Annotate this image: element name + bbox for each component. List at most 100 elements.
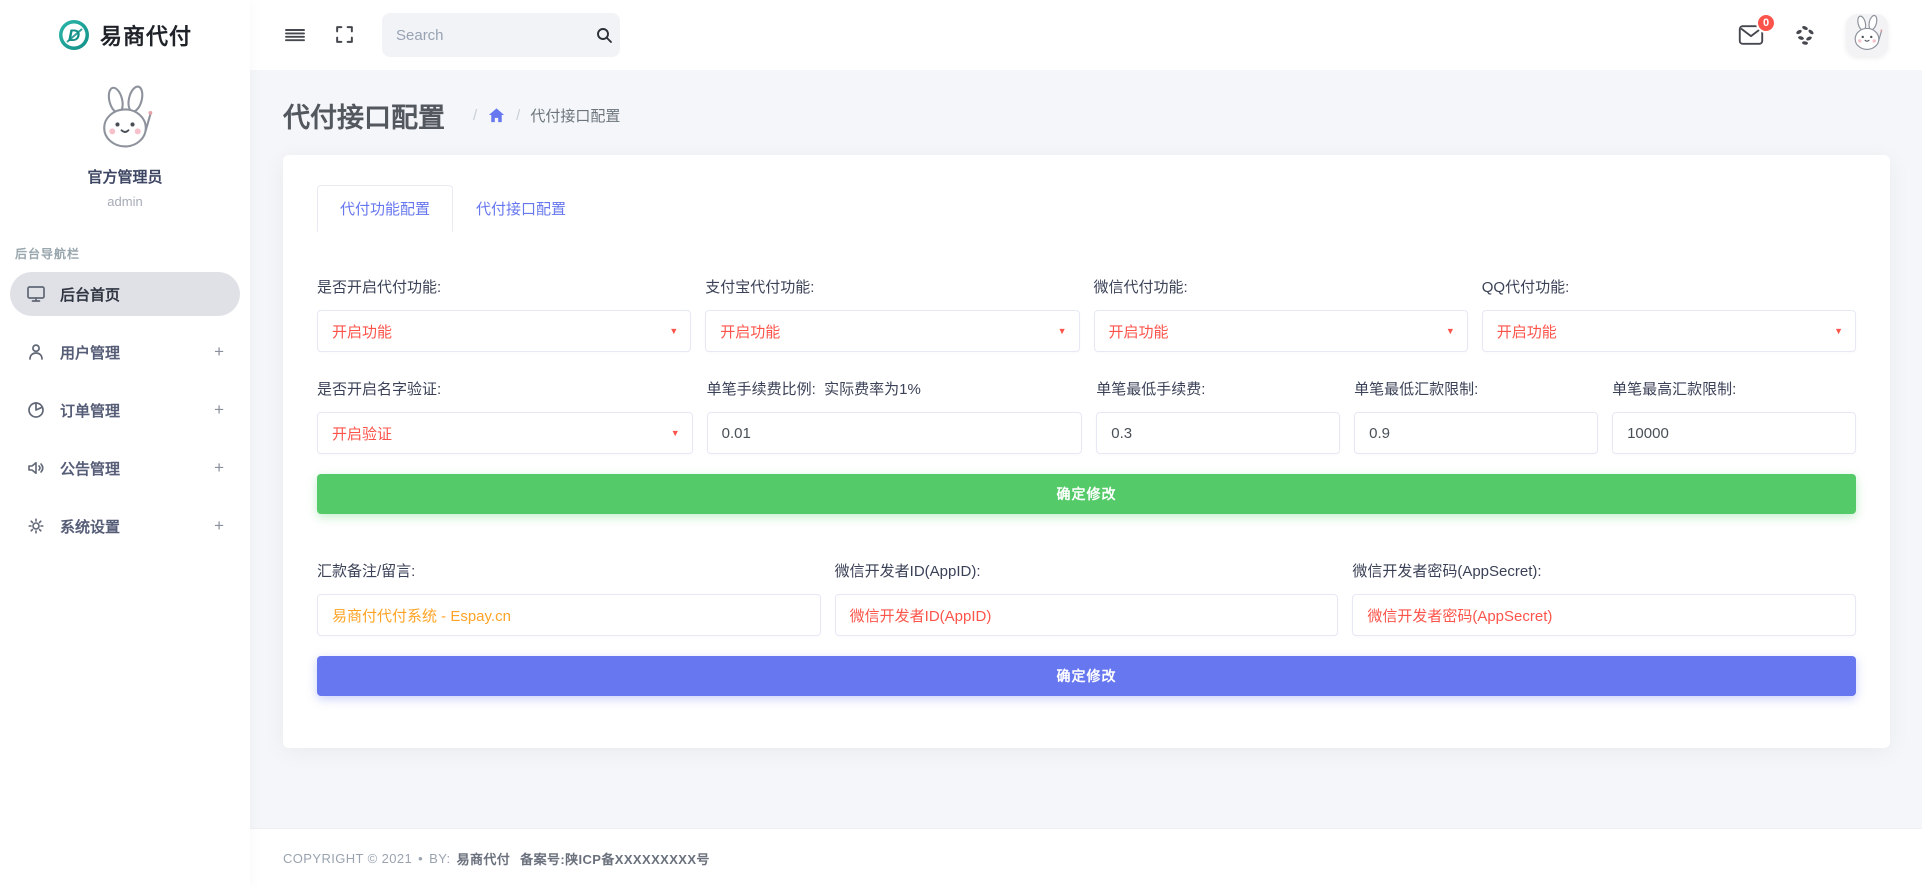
- form-row-fees: 是否开启名字验证: 开启验证 ▼ 单笔手续费比例: 实际费率为1% 单笔最低手续…: [317, 378, 1856, 454]
- main-content: 代付接口配置 / / 代付接口配置 代付功能配置 代付接口配置 是否开启代付功能…: [250, 70, 1922, 828]
- fullscreen-icon[interactable]: [334, 24, 356, 46]
- speaker-icon: [26, 458, 46, 478]
- sidebar-item-label: 系统设置: [60, 516, 120, 537]
- brand[interactable]: D 易商代付: [0, 0, 250, 70]
- field-wechat-appid: 微信开发者ID(AppID):: [835, 560, 1339, 636]
- field-min-remit: 单笔最低汇款限制:: [1354, 378, 1598, 454]
- user-role: admin: [0, 194, 250, 209]
- field-enable-payout: 是否开启代付功能: 开启功能 ▼: [317, 276, 691, 352]
- sidebar-user-block: 官方管理员 admin: [0, 70, 250, 229]
- field-label: 是否开启名字验证:: [317, 378, 693, 399]
- breadcrumb-separator: /: [516, 107, 520, 124]
- page-header: 代付接口配置 / / 代付接口配置: [283, 96, 1890, 135]
- wechat-payout-select[interactable]: 开启功能 ▼: [1094, 310, 1468, 352]
- field-alipay-payout: 支付宝代付功能: 开启功能 ▼: [705, 276, 1079, 352]
- field-label: QQ代付功能:: [1482, 276, 1856, 297]
- caret-down-icon: ▼: [671, 428, 680, 438]
- search-box: [382, 13, 620, 57]
- user-name: 官方管理员: [0, 166, 250, 187]
- confirm-wechat-button[interactable]: 确定修改: [317, 656, 1856, 696]
- sidebar-item-label: 用户管理: [60, 342, 120, 363]
- sidebar-item-users[interactable]: 用户管理 +: [10, 330, 240, 374]
- search-input[interactable]: [396, 27, 595, 44]
- sidebar-item-label: 后台首页: [60, 284, 120, 305]
- min-remit-input[interactable]: [1354, 412, 1598, 454]
- footer-bullet: •: [418, 851, 423, 866]
- footer-copyright: COPYRIGHT © 2021: [283, 851, 412, 866]
- config-card: 代付功能配置 代付接口配置 是否开启代付功能: 开启功能 ▼ 支付宝代付功能: …: [283, 155, 1890, 748]
- min-fee-input[interactable]: [1096, 412, 1340, 454]
- remit-memo-input[interactable]: [317, 594, 821, 636]
- plus-icon: +: [214, 342, 224, 362]
- field-label: 单笔最高汇款限制:: [1612, 378, 1856, 399]
- search-icon[interactable]: [595, 26, 613, 44]
- caret-down-icon: ▼: [1058, 326, 1067, 336]
- select-value: 开启验证: [332, 423, 392, 444]
- select-value: 开启功能: [332, 321, 392, 342]
- profile-avatar[interactable]: [1846, 14, 1888, 56]
- plus-icon: +: [214, 458, 224, 478]
- user-avatar[interactable]: [88, 84, 162, 158]
- gear-icon: [26, 516, 46, 536]
- caret-down-icon: ▼: [669, 326, 678, 336]
- sidebar-section-label: 后台导航栏: [15, 245, 250, 262]
- apps-icon[interactable]: [1792, 22, 1818, 48]
- breadcrumb-current[interactable]: 代付接口配置: [530, 105, 620, 126]
- max-remit-input[interactable]: [1612, 412, 1856, 454]
- field-label: 微信开发者密码(AppSecret):: [1352, 560, 1856, 581]
- caret-down-icon: ▼: [1446, 326, 1455, 336]
- name-verify-select[interactable]: 开启验证 ▼: [317, 412, 693, 454]
- footer: COPYRIGHT © 2021 • BY: 易商代付 备案号: 陕ICP备XX…: [250, 828, 1922, 887]
- sidebar-item-settings[interactable]: 系统设置 +: [10, 504, 240, 548]
- field-name-verify: 是否开启名字验证: 开启验证 ▼: [317, 378, 693, 454]
- monitor-icon: [26, 284, 46, 304]
- tab-bar: 代付功能配置 代付接口配置: [317, 185, 1856, 232]
- brand-name: 易商代付: [100, 19, 192, 51]
- pie-chart-icon: [26, 400, 46, 420]
- form-row-wechat: 汇款备注/留言: 微信开发者ID(AppID): 微信开发者密码(AppSecr…: [317, 560, 1856, 636]
- plus-icon: +: [214, 400, 224, 420]
- sidebar-item-label: 公告管理: [60, 458, 120, 479]
- page-title: 代付接口配置: [283, 96, 445, 135]
- brand-logo-icon: D: [58, 19, 90, 51]
- field-label: 单笔手续费比例: 实际费率为1%: [707, 378, 1083, 399]
- sidebar-item-label: 订单管理: [60, 400, 120, 421]
- alipay-payout-select[interactable]: 开启功能 ▼: [705, 310, 1079, 352]
- tab-function-config[interactable]: 代付功能配置: [317, 185, 453, 232]
- footer-by-label: BY:: [429, 851, 450, 866]
- field-label: 单笔最低汇款限制:: [1354, 378, 1598, 399]
- sidebar-item-orders[interactable]: 订单管理 +: [10, 388, 240, 432]
- user-icon: [26, 342, 46, 362]
- footer-brand: 易商代付: [457, 849, 511, 868]
- field-label: 微信代付功能:: [1094, 276, 1468, 297]
- home-icon[interactable]: [487, 106, 506, 125]
- field-wechat-payout: 微信代付功能: 开启功能 ▼: [1094, 276, 1468, 352]
- sidebar: D 易商代付 官方管理员 admin 后台导航栏 后台首页 用户管理 +: [0, 0, 250, 887]
- plus-icon: +: [214, 516, 224, 536]
- sidebar-item-announcements[interactable]: 公告管理 +: [10, 446, 240, 490]
- enable-payout-select[interactable]: 开启功能 ▼: [317, 310, 691, 352]
- wechat-appid-input[interactable]: [835, 594, 1339, 636]
- footer-icp-value: 陕ICP备XXXXXXXXX号: [565, 849, 710, 868]
- field-fee-rate: 单笔手续费比例: 实际费率为1%: [707, 378, 1083, 454]
- wechat-appsecret-input[interactable]: [1352, 594, 1856, 636]
- menu-toggle-icon[interactable]: [284, 24, 306, 46]
- field-min-fee: 单笔最低手续费:: [1096, 378, 1340, 454]
- select-value: 开启功能: [720, 321, 780, 342]
- field-qq-payout: QQ代付功能: 开启功能 ▼: [1482, 276, 1856, 352]
- field-max-remit: 单笔最高汇款限制:: [1612, 378, 1856, 454]
- tab-interface-config[interactable]: 代付接口配置: [453, 185, 589, 232]
- fee-rate-input[interactable]: [707, 412, 1083, 454]
- breadcrumb-separator: /: [473, 107, 477, 124]
- qq-payout-select[interactable]: 开启功能 ▼: [1482, 310, 1856, 352]
- field-label: 是否开启代付功能:: [317, 276, 691, 297]
- confirm-function-button[interactable]: 确定修改: [317, 474, 1856, 514]
- field-wechat-appsecret: 微信开发者密码(AppSecret):: [1352, 560, 1856, 636]
- message-count-badge: 0: [1756, 13, 1776, 33]
- messages-button[interactable]: 0: [1738, 23, 1764, 47]
- footer-icp-label: 备案号:: [520, 849, 565, 868]
- sidebar-item-dashboard[interactable]: 后台首页: [10, 272, 240, 316]
- field-label: 汇款备注/留言:: [317, 560, 821, 581]
- field-label: 微信开发者ID(AppID):: [835, 560, 1339, 581]
- topbar: 0: [250, 0, 1922, 70]
